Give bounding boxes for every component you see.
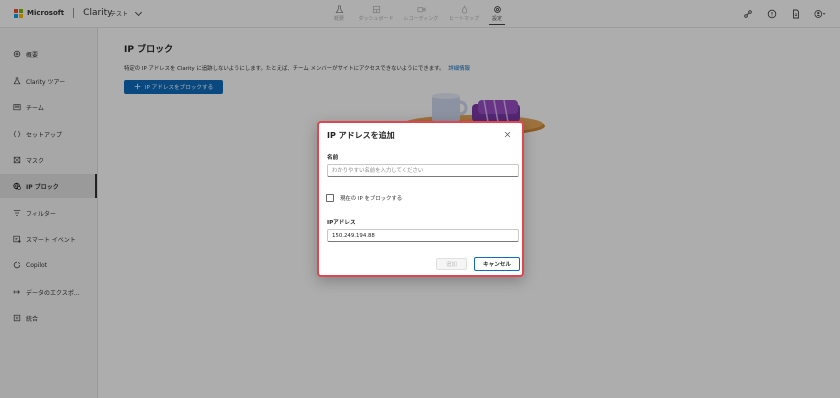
- add-ip-dialog: IP アドレスを追加 名前 現在の IP をブロックする IPアドレス 追加 キ…: [317, 121, 524, 277]
- close-icon[interactable]: [503, 130, 512, 139]
- cancel-button[interactable]: キャンセル: [474, 257, 520, 271]
- block-current-ip-checkbox[interactable]: [326, 194, 334, 202]
- ip-address-input[interactable]: [327, 229, 519, 242]
- block-current-ip-row[interactable]: 現在の IP をブロックする: [326, 194, 402, 202]
- name-input[interactable]: [327, 164, 519, 177]
- block-current-ip-label: 現在の IP をブロックする: [340, 196, 403, 202]
- add-button[interactable]: 追加: [436, 258, 467, 270]
- name-label: 名前: [327, 155, 339, 161]
- ip-address-label: IPアドレス: [327, 220, 356, 226]
- dialog-title: IP アドレスを追加: [327, 131, 395, 140]
